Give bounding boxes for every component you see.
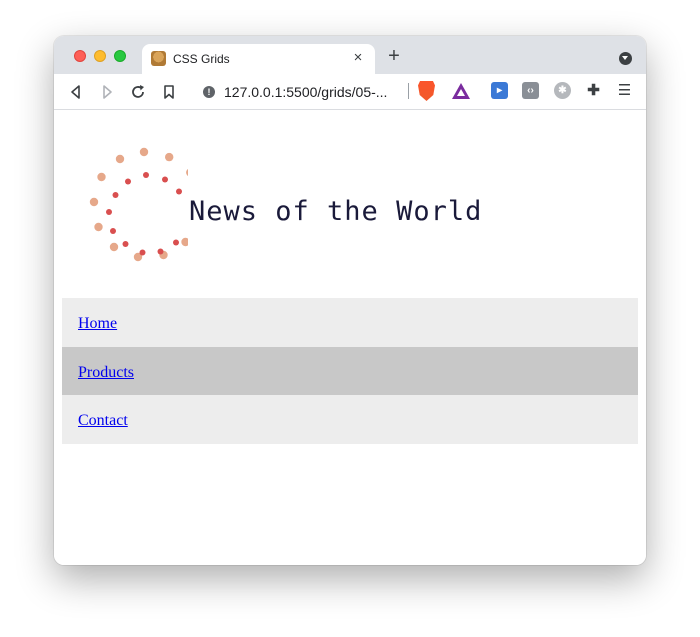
extension-reader-icon[interactable]: ▸ bbox=[491, 82, 508, 99]
new-tab-icon[interactable]: + bbox=[384, 46, 404, 67]
bookmark-icon[interactable] bbox=[159, 82, 179, 102]
forward-arrow-icon[interactable] bbox=[97, 82, 117, 102]
zoom-window-button[interactable] bbox=[114, 50, 126, 62]
nav-link-products[interactable]: Products bbox=[78, 364, 134, 381]
tab-close-icon[interactable]: × bbox=[349, 49, 367, 67]
extension-gear-icon[interactable]: ✱ bbox=[554, 82, 571, 99]
extension-code-icon[interactable]: ‹› bbox=[522, 82, 539, 99]
close-window-button[interactable] bbox=[74, 50, 86, 62]
bat-rewards-icon[interactable] bbox=[452, 83, 470, 99]
site-header: News of the World bbox=[62, 110, 638, 298]
nav-item-home: Home bbox=[62, 298, 638, 347]
active-tab[interactable]: CSS Grids × bbox=[142, 44, 375, 74]
reload-icon[interactable] bbox=[128, 82, 148, 102]
page-content: News of the World Home Products Contact bbox=[54, 110, 646, 565]
tab-bar: CSS Grids × + bbox=[54, 36, 646, 74]
site-title: News of the World bbox=[189, 196, 483, 227]
site-logo bbox=[89, 147, 188, 262]
url-text[interactable]: 127.0.0.1:5500/grids/05-... bbox=[224, 84, 387, 100]
omnibox-separator bbox=[408, 83, 409, 99]
browser-window: CSS Grids × + ! 127.0.0.1:5500/grids/05-… bbox=[54, 36, 646, 565]
menu-icon[interactable]: ☰ bbox=[616, 82, 633, 99]
favicon-icon bbox=[151, 51, 166, 66]
logo-outer-dots bbox=[89, 147, 188, 262]
nav-link-home[interactable]: Home bbox=[78, 315, 117, 332]
address-bar[interactable]: ! 127.0.0.1:5500/grids/05-... bbox=[191, 78, 479, 106]
info-icon[interactable]: ! bbox=[203, 86, 215, 98]
nav-link-contact[interactable]: Contact bbox=[78, 412, 128, 429]
tab-search-icon[interactable] bbox=[619, 52, 632, 65]
nav-item-products: Products bbox=[62, 346, 638, 396]
minimize-window-button[interactable] bbox=[94, 50, 106, 62]
logo-inner-dots bbox=[106, 172, 182, 256]
tab-title: CSS Grids bbox=[173, 52, 230, 66]
extensions-puzzle-icon[interactable]: ✚ bbox=[585, 82, 602, 99]
main-nav: Home Products Contact bbox=[62, 298, 638, 445]
nav-item-contact: Contact bbox=[62, 395, 638, 445]
back-arrow-icon[interactable] bbox=[66, 82, 86, 102]
